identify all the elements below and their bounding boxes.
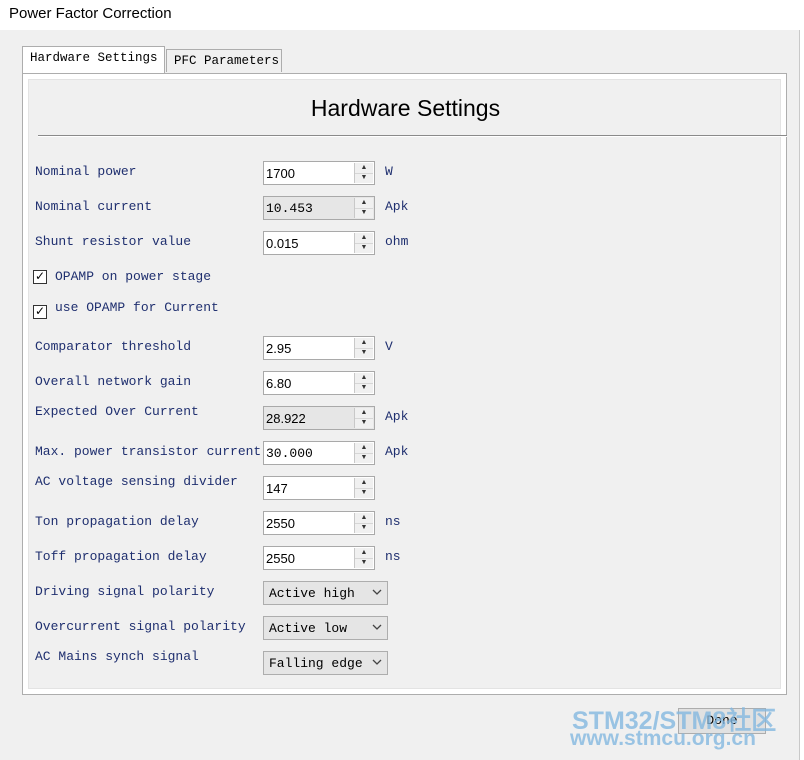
- comparator-threshold-spinbox[interactable]: 2.95 ▲ ▼: [263, 336, 375, 360]
- overcurrent-polarity-select[interactable]: Active low: [263, 616, 388, 640]
- spin-down-icon[interactable]: ▼: [355, 348, 373, 358]
- heading-divider: [38, 135, 787, 137]
- background-window-edge: [799, 30, 804, 760]
- checkmark-icon: ✓: [35, 269, 46, 283]
- spin-down-icon[interactable]: ▼: [355, 208, 373, 218]
- ac-mains-synch-value: Falling edge: [269, 656, 363, 671]
- nominal-power-value: 1700: [266, 166, 295, 181]
- expected-over-current-value: 28.922: [266, 411, 306, 426]
- max-transistor-current-spinbox[interactable]: 30.000 ▲ ▼: [263, 441, 375, 465]
- ac-mains-synch-select[interactable]: Falling edge: [263, 651, 388, 675]
- title-bar: Power Factor Correction: [0, 0, 804, 30]
- shunt-resistor-spinbox[interactable]: 0.015 ▲ ▼: [263, 231, 375, 255]
- window-title: Power Factor Correction: [9, 5, 172, 22]
- nominal-power-spinbox[interactable]: 1700 ▲ ▼: [263, 161, 375, 185]
- ac-voltage-divider-spinbox[interactable]: 147 ▲ ▼: [263, 476, 375, 500]
- tab-hardware-settings[interactable]: Hardware Settings: [22, 46, 165, 73]
- nominal-power-label: Nominal power: [35, 164, 137, 179]
- checkmark-icon: ✓: [35, 304, 46, 318]
- ton-delay-value: 2550: [266, 516, 295, 531]
- comparator-threshold-unit: V: [385, 339, 393, 354]
- driving-polarity-value: Active high: [269, 586, 355, 601]
- expected-over-current-unit: Apk: [385, 409, 409, 424]
- spin-down-icon[interactable]: ▼: [355, 453, 373, 463]
- comparator-threshold-value: 2.95: [266, 341, 292, 356]
- nominal-current-value: 10.453: [266, 201, 313, 216]
- overcurrent-polarity-value: Active low: [269, 621, 348, 636]
- spin-down-icon[interactable]: ▼: [355, 173, 373, 183]
- nominal-current-label: Nominal current: [35, 199, 153, 214]
- spin-down-icon[interactable]: ▼: [355, 383, 373, 393]
- network-gain-label: Overall network gain: [35, 374, 192, 389]
- comparator-threshold-label: Comparator threshold: [35, 339, 192, 354]
- toff-delay-label: Toff propagation delay: [35, 549, 207, 564]
- max-transistor-current-label: Max. power transistor current: [35, 444, 262, 459]
- nominal-current-unit: Apk: [385, 199, 409, 214]
- opamp-current-checkbox[interactable]: ✓: [33, 304, 47, 319]
- opamp-power-stage-label: OPAMP on power stage: [55, 269, 212, 284]
- chevron-down-icon: [372, 659, 382, 665]
- opamp-current-label: use OPAMP for Current: [55, 300, 219, 315]
- ton-delay-label: Ton propagation delay: [35, 514, 199, 529]
- chevron-down-icon: [372, 624, 382, 630]
- nominal-power-unit: W: [385, 164, 393, 179]
- toff-delay-spinbox[interactable]: 2550 ▲ ▼: [263, 546, 375, 570]
- shunt-resistor-value: 0.015: [266, 236, 299, 251]
- max-transistor-current-value: 30.000: [266, 446, 313, 461]
- section-heading: Hardware Settings: [310, 95, 501, 121]
- spin-down-icon[interactable]: ▼: [355, 418, 373, 428]
- ac-voltage-divider-label: AC voltage sensing divider: [35, 474, 238, 489]
- expected-over-current-spinbox[interactable]: 28.922 ▲ ▼: [263, 406, 375, 430]
- driving-polarity-select[interactable]: Active high: [263, 581, 388, 605]
- toff-delay-unit: ns: [385, 549, 401, 564]
- network-gain-spinbox[interactable]: 6.80 ▲ ▼: [263, 371, 375, 395]
- ac-mains-synch-label: AC Mains synch signal: [35, 649, 199, 664]
- expected-over-current-label: Expected Over Current: [35, 404, 199, 419]
- spin-down-icon[interactable]: ▼: [355, 243, 373, 253]
- network-gain-value: 6.80: [266, 376, 292, 391]
- spin-down-icon[interactable]: ▼: [355, 523, 373, 533]
- driving-polarity-label: Driving signal polarity: [35, 584, 215, 599]
- shunt-resistor-label: Shunt resistor value: [35, 234, 192, 249]
- watermark-line-2: www.stmcu.org.cn: [570, 727, 756, 750]
- max-transistor-current-unit: Apk: [385, 444, 409, 459]
- chevron-down-icon: [372, 589, 382, 595]
- ton-delay-spinbox[interactable]: 2550 ▲ ▼: [263, 511, 375, 535]
- shunt-resistor-unit: ohm: [385, 234, 409, 249]
- nominal-current-spinbox[interactable]: 10.453 ▲ ▼: [263, 196, 375, 220]
- ton-delay-unit: ns: [385, 514, 401, 529]
- overcurrent-polarity-label: Overcurrent signal polarity: [35, 619, 246, 634]
- ac-voltage-divider-value: 147: [266, 481, 288, 496]
- spin-down-icon[interactable]: ▼: [355, 558, 373, 568]
- spin-down-icon[interactable]: ▼: [355, 488, 373, 498]
- opamp-power-stage-checkbox[interactable]: ✓: [33, 269, 47, 284]
- toff-delay-value: 2550: [266, 551, 295, 566]
- tab-pfc-parameters[interactable]: PFC Parameters: [166, 49, 282, 72]
